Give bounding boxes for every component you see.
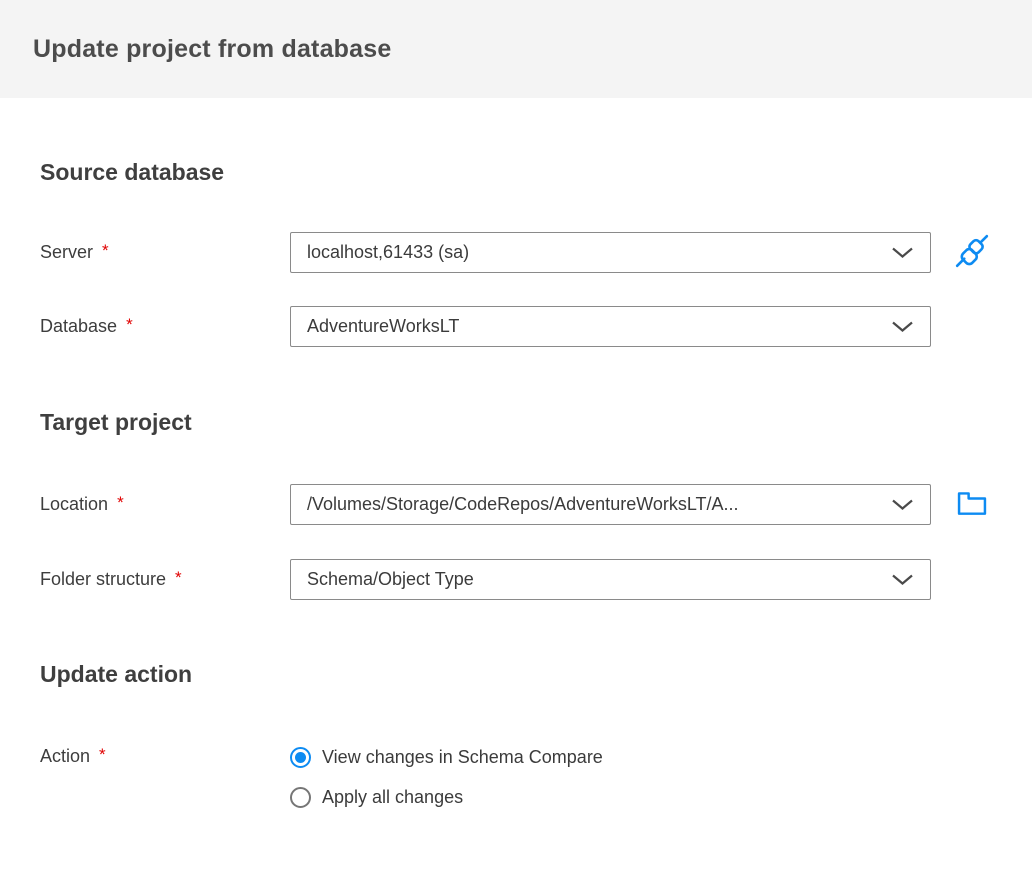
chevron-down-icon — [891, 573, 914, 586]
required-asterisk: * — [102, 241, 109, 260]
radio-button-icon[interactable] — [290, 746, 311, 768]
required-asterisk: * — [126, 315, 133, 334]
database-field-label-wrap: Database * — [40, 315, 290, 337]
server-label: Server — [40, 242, 94, 262]
server-field-row: Server * localhost,61433 (sa) — [40, 232, 992, 273]
server-dropdown[interactable]: localhost,61433 (sa) — [290, 232, 931, 273]
action-field-label-wrap: Action * — [40, 745, 290, 767]
connect-button[interactable] — [953, 232, 991, 273]
required-asterisk: * — [175, 568, 182, 587]
database-dropdown-value: AdventureWorksLT — [307, 316, 460, 336]
database-field-row: Database * AdventureWorksLT — [40, 306, 992, 347]
location-field-row: Location * /Volumes/Storage/CodeRepos/Ad… — [40, 484, 992, 525]
folder-browse-icon — [954, 485, 990, 524]
folder-structure-field-label-wrap: Folder structure * — [40, 568, 290, 590]
database-dropdown[interactable]: AdventureWorksLT — [290, 306, 931, 347]
location-field-label-wrap: Location * — [40, 493, 290, 515]
database-label: Database — [40, 316, 118, 336]
radio-option-label: View changes in Schema Compare — [322, 746, 603, 767]
server-dropdown-value: localhost,61433 (sa) — [307, 242, 470, 262]
location-dropdown[interactable]: /Volumes/Storage/CodeRepos/AdventureWork… — [290, 484, 931, 525]
folder-structure-dropdown[interactable]: Schema/Object Type — [290, 559, 931, 600]
action-label: Action — [40, 746, 91, 766]
folder-structure-label: Folder structure — [40, 569, 167, 589]
browse-folder-button[interactable] — [954, 487, 990, 523]
connect-plug-icon — [953, 232, 991, 273]
folder-structure-field-row: Folder structure * Schema/Object Type — [40, 559, 992, 600]
radio-option-apply-all[interactable]: Apply all changes — [290, 785, 603, 809]
chevron-down-icon — [891, 498, 914, 511]
dialog-body: Source database Server * localhost,61433… — [0, 158, 1032, 809]
section-heading-source-database: Source database — [40, 159, 225, 185]
radio-button-icon[interactable] — [290, 786, 311, 808]
dialog-title: Update project from database — [33, 34, 392, 63]
radio-option-label: Apply all changes — [322, 786, 464, 807]
action-radio-group: View changes in Schema Compare Apply all… — [290, 745, 603, 809]
radio-option-view-changes[interactable]: View changes in Schema Compare — [290, 745, 603, 769]
chevron-down-icon — [891, 246, 914, 259]
required-asterisk: * — [117, 493, 124, 512]
section-heading-update-action: Update action — [40, 661, 193, 687]
action-field-row: Action * View changes in Schema Compare … — [40, 745, 992, 809]
dialog-header: Update project from database — [0, 0, 1032, 98]
chevron-down-icon — [891, 320, 914, 333]
required-asterisk: * — [99, 745, 106, 764]
section-heading-target-project: Target project — [40, 409, 192, 435]
location-label: Location — [40, 494, 109, 514]
location-dropdown-value: /Volumes/Storage/CodeRepos/AdventureWork… — [307, 494, 739, 514]
server-field-label-wrap: Server * — [40, 241, 290, 263]
folder-structure-dropdown-value: Schema/Object Type — [307, 569, 474, 589]
